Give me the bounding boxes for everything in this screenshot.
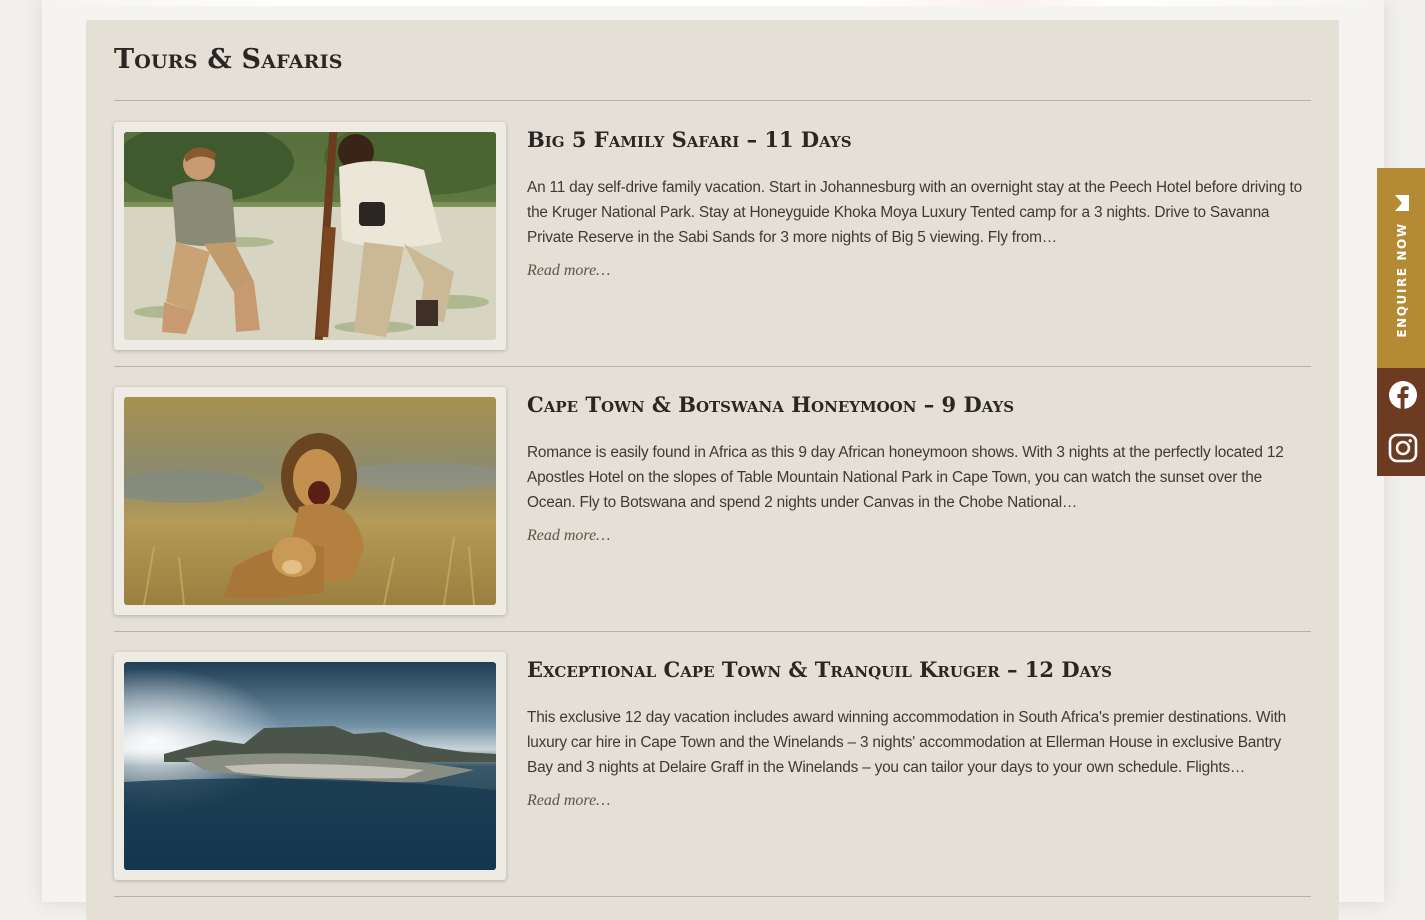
tour-image[interactable]: [124, 132, 496, 340]
tour-item: Cape Town & Botswana Honeymoon – 9 Days …: [114, 387, 1311, 627]
tour-title[interactable]: Exceptional Cape Town & Tranquil Kruger …: [527, 657, 1112, 682]
tour-image[interactable]: [124, 397, 496, 605]
facebook-icon[interactable]: [1388, 380, 1418, 410]
instagram-icon[interactable]: [1388, 433, 1418, 463]
section-title: Tours & Safaris: [114, 44, 343, 75]
read-more-link[interactable]: Read more…: [527, 527, 610, 545]
page-shell: Tours & Safaris Big 5 Family Safari – 11…: [42, 0, 1384, 920]
read-more-link[interactable]: Read more…: [527, 262, 610, 280]
tour-image-frame[interactable]: [114, 387, 506, 615]
tour-title[interactable]: Cape Town & Botswana Honeymoon – 9 Days: [527, 392, 1014, 417]
enquire-now-button[interactable]: ENQUIRE NOW: [1377, 168, 1425, 368]
tour-title[interactable]: Big 5 Family Safari – 11 Days: [527, 127, 852, 152]
header-edge: [42, 0, 1384, 6]
tour-item: Exceptional Cape Town & Tranquil Kruger …: [114, 652, 1311, 892]
divider: [114, 366, 1311, 367]
tour-description: This exclusive 12 day vacation includes …: [527, 709, 1287, 776]
safari-photo: [124, 132, 496, 340]
tours-panel: Tours & Safaris Big 5 Family Safari – 11…: [86, 20, 1339, 920]
tour-image[interactable]: [124, 662, 496, 870]
social-links: [1377, 368, 1425, 476]
tour-description: An 11 day self-drive family vacation. St…: [527, 179, 1302, 246]
tour-image-frame[interactable]: [114, 122, 506, 350]
tour-item: Big 5 Family Safari – 11 Days An 11 day …: [114, 122, 1311, 362]
read-more-link[interactable]: Read more…: [527, 792, 610, 810]
tour-image-frame[interactable]: [114, 652, 506, 880]
tour-description: Romance is easily found in Africa as thi…: [527, 444, 1284, 511]
enquire-label: ENQUIRE NOW: [1395, 222, 1409, 338]
lion-photo: [124, 397, 496, 605]
divider: [114, 896, 1311, 897]
mail-icon: [1395, 195, 1409, 211]
side-widget: ENQUIRE NOW: [1377, 168, 1425, 476]
divider: [114, 631, 1311, 632]
cape-town-photo: [124, 662, 496, 870]
divider: [114, 100, 1311, 101]
